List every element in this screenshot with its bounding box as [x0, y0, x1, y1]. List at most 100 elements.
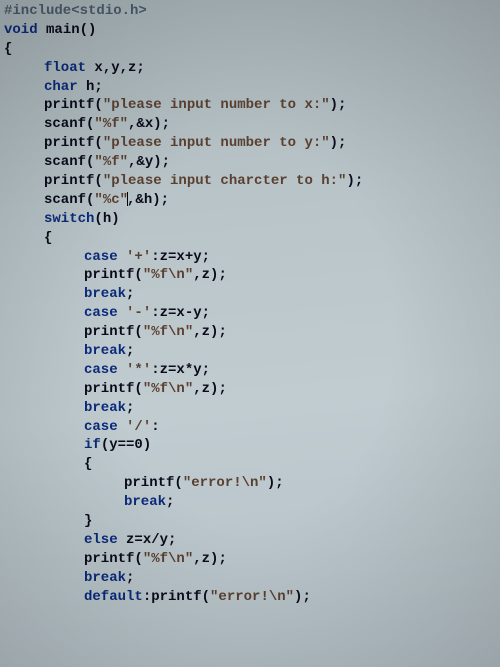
function-call: printf(: [84, 381, 143, 397]
string-literal: "%f\n": [143, 324, 193, 340]
function-call: printf(: [84, 551, 143, 567]
statement-end: ,&x);: [128, 116, 170, 132]
function-call: scanf(: [44, 192, 94, 208]
keyword-if: if: [84, 437, 101, 453]
code-line: break;: [4, 399, 496, 418]
statement-end: ,z);: [193, 551, 227, 567]
preprocessor-directive: #include<stdio.h>: [4, 3, 147, 19]
statement-end: );: [330, 135, 347, 151]
code-line: case '/':: [4, 418, 496, 437]
code-line: #include<stdio.h>: [4, 2, 496, 21]
code-line: break;: [4, 342, 496, 361]
case-body: :z=x-y;: [151, 305, 210, 321]
keyword-void: void: [4, 22, 38, 38]
code-line: float x,y,z;: [4, 59, 496, 78]
char-literal: '/': [118, 419, 152, 435]
code-line: printf("please input number to y:");: [4, 134, 496, 153]
keyword-case: case: [84, 305, 118, 321]
statement-end: ,&h);: [127, 192, 169, 208]
keyword-switch: switch: [44, 211, 94, 227]
keyword-break: break: [84, 570, 126, 586]
keyword-break: break: [84, 343, 126, 359]
keyword-break: break: [124, 494, 166, 510]
statement-end: ,z);: [193, 324, 227, 340]
variable-declaration: h;: [78, 79, 103, 95]
keyword-break: break: [84, 286, 126, 302]
code-line: if(y==0): [4, 436, 496, 455]
string-literal: "%c": [94, 192, 128, 208]
code-line: break;: [4, 569, 496, 588]
code-line: printf("please input number to x:");: [4, 96, 496, 115]
code-line: printf("please input charcter to h:");: [4, 172, 496, 191]
code-line: {: [4, 40, 496, 59]
code-line: void main(): [4, 21, 496, 40]
keyword-case: case: [84, 362, 118, 378]
if-condition: (y==0): [101, 437, 151, 453]
keyword-float: float: [44, 60, 86, 76]
string-literal: "%f\n": [143, 551, 193, 567]
code-line: scanf("%c",&h);: [4, 191, 496, 210]
switch-expression: (h): [94, 211, 119, 227]
string-literal: "%f": [94, 154, 128, 170]
char-literal: '*': [118, 362, 152, 378]
code-line: printf("%f\n",z);: [4, 380, 496, 399]
keyword-default: default: [84, 589, 143, 605]
code-line: scanf("%f",&x);: [4, 115, 496, 134]
code-line: default:printf("error!\n");: [4, 588, 496, 607]
code-line: printf("%f\n",z);: [4, 266, 496, 285]
keyword-case: case: [84, 419, 118, 435]
string-literal: "please input charcter to h:": [103, 173, 347, 189]
string-literal: "please input number to x:": [103, 97, 330, 113]
case-body: :z=x*y;: [151, 362, 210, 378]
statement-end: ,z);: [193, 381, 227, 397]
function-call: printf(: [84, 324, 143, 340]
code-line: printf("error!\n");: [4, 474, 496, 493]
code-line: {: [4, 455, 496, 474]
semicolon: ;: [166, 494, 174, 510]
semicolon: ;: [126, 570, 134, 586]
statement-end: );: [294, 589, 311, 605]
semicolon: ;: [126, 400, 134, 416]
string-literal: "%f\n": [143, 381, 193, 397]
code-editor[interactable]: #include<stdio.h> void main() { float x,…: [4, 2, 496, 607]
keyword-break: break: [84, 400, 126, 416]
statement-end: );: [346, 173, 363, 189]
function-call: scanf(: [44, 116, 94, 132]
code-line: scanf("%f",&y);: [4, 153, 496, 172]
string-literal: "error!\n": [183, 475, 267, 491]
keyword-else: else: [84, 532, 118, 548]
code-line: {: [4, 229, 496, 248]
function-call: printf(: [84, 267, 143, 283]
string-literal: "%f": [94, 116, 128, 132]
code-line: case '+':z=x+y;: [4, 248, 496, 267]
case-body: :: [151, 419, 159, 435]
code-line: case '*':z=x*y;: [4, 361, 496, 380]
semicolon: ;: [126, 343, 134, 359]
keyword-char: char: [44, 79, 78, 95]
code-line: else z=x/y;: [4, 531, 496, 550]
code-line: printf("%f\n",z);: [4, 550, 496, 569]
code-line: break;: [4, 285, 496, 304]
statement-end: ,&y);: [128, 154, 170, 170]
statement-end: );: [267, 475, 284, 491]
string-literal: "%f\n": [143, 267, 193, 283]
function-call: printf(: [44, 173, 103, 189]
code-line: printf("%f\n",z);: [4, 323, 496, 342]
string-literal: "please input number to y:": [103, 135, 330, 151]
else-body: z=x/y;: [118, 532, 177, 548]
code-line: }: [4, 512, 496, 531]
function-call: scanf(: [44, 154, 94, 170]
char-literal: '+': [118, 249, 152, 265]
function-call: printf(: [44, 135, 103, 151]
statement-end: );: [330, 97, 347, 113]
function-call: printf(: [124, 475, 183, 491]
code-line: char h;: [4, 78, 496, 97]
function-call: printf(: [44, 97, 103, 113]
string-literal: "error!\n": [210, 589, 294, 605]
char-literal: '-': [118, 305, 152, 321]
code-line: case '-':z=x-y;: [4, 304, 496, 323]
statement-end: ,z);: [193, 267, 227, 283]
function-name: main(): [38, 22, 97, 38]
code-line: switch(h): [4, 210, 496, 229]
semicolon: ;: [126, 286, 134, 302]
